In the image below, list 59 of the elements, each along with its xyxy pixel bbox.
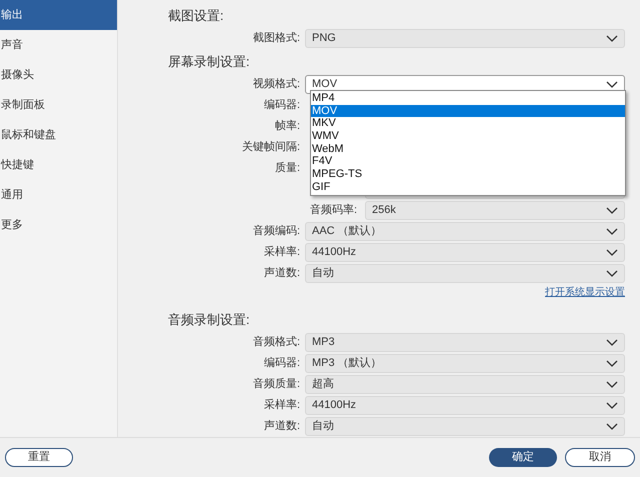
chevron-down-icon (606, 423, 618, 430)
dropdown-option[interactable]: F4V (311, 155, 625, 168)
chevron-down-icon (606, 360, 618, 367)
sidebar-item[interactable]: 通用 (0, 180, 117, 210)
display-settings-link[interactable]: 打开系统显示设置 (545, 284, 625, 300)
chevron-down-icon (606, 270, 618, 277)
dropdown-field[interactable]: MP3 （默认） (305, 354, 625, 373)
chevron-down-icon (606, 228, 618, 235)
dropdown-option[interactable]: MKV (311, 117, 625, 130)
dropdown-field[interactable]: 44100Hz (305, 396, 625, 415)
sidebar-item[interactable]: 更多 (0, 210, 117, 240)
field-label: 采样率: (264, 244, 300, 260)
cancel-button[interactable]: 取消 (565, 448, 635, 467)
field-label: 截图格式: (252, 31, 300, 46)
field-label: 视频格式: (252, 77, 300, 92)
chevron-down-icon (606, 207, 618, 214)
dropdown-option[interactable]: WebM (311, 142, 625, 156)
dropdown-option[interactable]: GIF (311, 180, 625, 194)
dropdown-option[interactable]: MPEG-TS (311, 168, 625, 181)
field-label: 音频质量: (252, 376, 300, 392)
field-label: 采样率: (264, 398, 300, 414)
field-label: 声道数: (264, 419, 300, 434)
field-label: 帧率: (274, 118, 300, 134)
field-label: 编码器: (264, 98, 300, 114)
dropdown-field[interactable]: 44100Hz (305, 243, 625, 262)
sidebar-item[interactable]: 快捷键 (0, 150, 117, 180)
chevron-down-icon (606, 81, 618, 88)
sidebar-item[interactable]: 鼠标和键盘 (0, 120, 117, 150)
dropdown-field[interactable]: PNG (305, 29, 625, 48)
dropdown-field[interactable]: 自动 (305, 417, 625, 436)
field-label: 音频编码: (252, 224, 300, 240)
dropdown-option[interactable]: MOV (311, 104, 625, 118)
section-title: 音频录制设置: (168, 310, 250, 329)
chevron-down-icon (606, 35, 618, 42)
reset-button[interactable]: 重置 (5, 448, 73, 467)
sidebar-item[interactable]: 声音 (0, 30, 117, 60)
section-title: 截图设置: (168, 6, 224, 25)
field-label: 编码器: (264, 356, 300, 372)
dropdown-option[interactable]: MP4 (311, 92, 625, 105)
chevron-down-icon (606, 339, 618, 346)
sidebar-item[interactable]: 输出 (0, 0, 117, 30)
field-label: 音频格式: (252, 334, 300, 350)
sidebar-item[interactable]: 摄像头 (0, 60, 117, 90)
section-title: 屏幕录制设置: (168, 52, 250, 71)
dropdown-field[interactable]: 自动 (305, 264, 625, 283)
dropdown-field[interactable]: 256k (365, 201, 625, 220)
dropdown-field[interactable]: 超高 (305, 375, 625, 394)
sidebar-item[interactable]: 录制面板 (0, 90, 117, 120)
dropdown-field[interactable]: MP3 (305, 333, 625, 352)
chevron-down-icon (606, 249, 618, 256)
field-label: 质量: (274, 161, 300, 176)
field-label: 关键帧间隔: (242, 140, 300, 156)
chevron-down-icon (606, 402, 618, 409)
field-label: 音频码率: (310, 202, 358, 218)
dropdown-option[interactable]: WMV (311, 130, 625, 143)
ok-button[interactable]: 确定 (489, 448, 557, 467)
dropdown-field[interactable]: AAC （默认） (305, 222, 625, 241)
chevron-down-icon (606, 381, 618, 388)
field-label: 声道数: (264, 266, 300, 282)
